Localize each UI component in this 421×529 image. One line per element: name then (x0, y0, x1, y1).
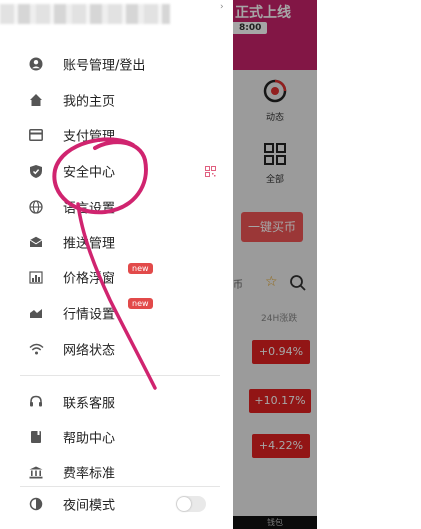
headset-icon (28, 394, 44, 410)
globe-icon (28, 199, 44, 215)
menu-item-fee[interactable]: 费率标准 (0, 455, 233, 489)
menu-item-push[interactable]: 推送管理 (0, 225, 233, 259)
menu-item-price-float[interactable]: 价格浮窗 (0, 260, 233, 294)
menu-item-support[interactable]: 联系客服 (0, 385, 233, 419)
menu-item-help[interactable]: 帮助中心 (0, 420, 233, 454)
menu-item-language[interactable]: 语言设置 (0, 190, 233, 224)
wifi-icon (28, 341, 44, 357)
menu-item-security[interactable]: 安全中心 (0, 154, 233, 188)
menu-label-support: 联系客服 (63, 396, 116, 412)
menu-item-payment[interactable]: 支付管理 (0, 118, 233, 152)
menu-label-price-float: 价格浮窗 (63, 271, 116, 287)
menu-label-home: 我的主页 (63, 94, 116, 110)
trend-icon (28, 305, 44, 321)
menu-label-network: 网络状态 (63, 343, 116, 359)
new-badge: new (128, 298, 153, 309)
menu-item-home[interactable]: 我的主页 (0, 83, 233, 117)
moon-icon (28, 496, 44, 512)
menu-label-push: 推送管理 (63, 236, 116, 252)
menu-label-security: 安全中心 (63, 165, 116, 181)
side-drawer: › 账号管理/登出 我的主页 支付管理 安全中心 语言设置 推送管理 价格浮窗 … (0, 0, 233, 529)
person-icon (28, 56, 44, 72)
new-badge: new (128, 263, 153, 274)
menu-divider (20, 375, 220, 376)
dim-overlay[interactable] (233, 0, 317, 529)
menu-label-language: 语言设置 (63, 201, 116, 217)
shield-icon (28, 163, 44, 179)
bank-icon (28, 464, 44, 480)
book-icon (28, 429, 44, 445)
chart-icon (28, 269, 44, 285)
night-mode-toggle[interactable] (176, 496, 206, 512)
menu-label-account: 账号管理/登出 (63, 58, 146, 74)
mail-icon (28, 234, 44, 250)
toggle-knob (177, 497, 191, 511)
menu-label-night-mode: 夜间模式 (63, 498, 116, 514)
menu-item-network[interactable]: 网络状态 (0, 332, 233, 366)
drawer-header[interactable]: › (0, 0, 233, 36)
menu-item-account[interactable]: 账号管理/登出 (0, 47, 233, 81)
menu-label-payment: 支付管理 (63, 129, 116, 145)
qr-code-icon[interactable] (205, 166, 216, 177)
menu-label-fee: 费率标准 (63, 466, 116, 482)
menu-item-market-settings[interactable]: 行情设置 (0, 296, 233, 330)
chevron-right-icon: › (220, 2, 224, 12)
home-icon (28, 92, 44, 108)
blurred-username (0, 4, 170, 24)
card-icon (28, 127, 44, 143)
menu-label-market-settings: 行情设置 (63, 307, 116, 323)
menu-label-help: 帮助中心 (63, 431, 116, 447)
